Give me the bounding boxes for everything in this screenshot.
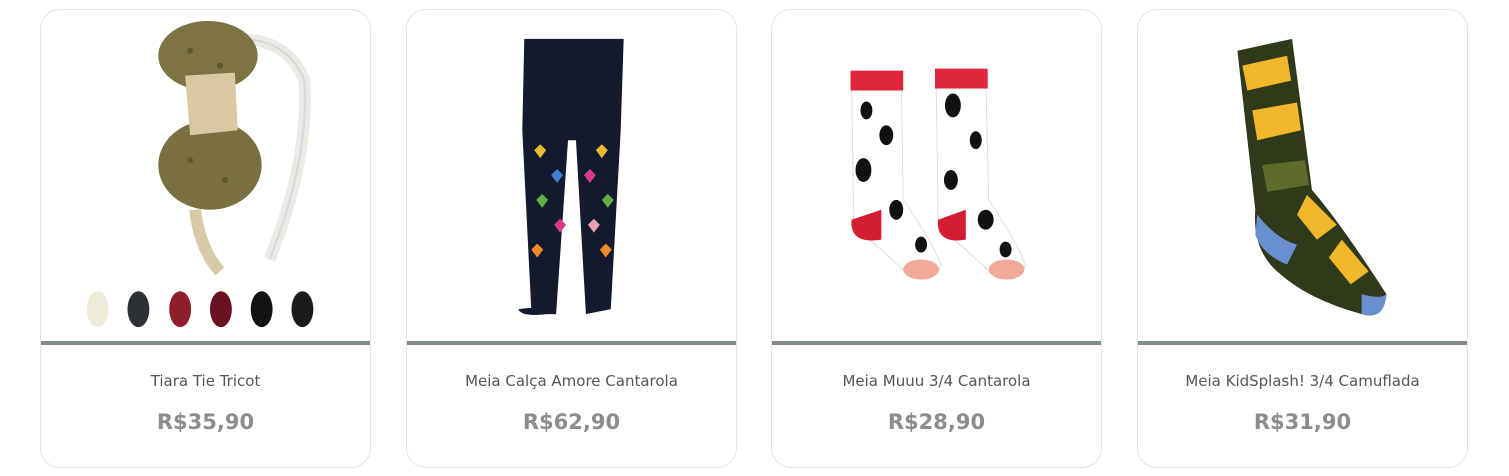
product-card[interactable]: Meia Muuu 3/4 Cantarola R$28,90	[771, 9, 1102, 468]
card-divider	[407, 341, 736, 345]
card-divider	[1138, 341, 1467, 345]
camouflage-sock-image[interactable]	[1138, 10, 1467, 341]
product-price: R$28,90	[887, 410, 986, 434]
card-divider	[772, 341, 1101, 345]
product-price: R$35,90	[156, 410, 255, 434]
product-card[interactable]: Tiara Tie Tricot R$35,90	[40, 9, 371, 468]
product-name[interactable]: Meia Muuu 3/4 Cantarola	[772, 372, 1101, 390]
cow-print-socks-image[interactable]	[772, 10, 1101, 341]
card-divider	[41, 341, 370, 345]
product-name[interactable]: Meia KidSplash! 3/4 Camuflada	[1138, 372, 1467, 390]
product-card[interactable]: Meia KidSplash! 3/4 Camuflada R$31,90	[1137, 9, 1468, 468]
product-name[interactable]: Meia Calça Amore Cantarola	[407, 372, 736, 390]
product-name[interactable]: Tiara Tie Tricot	[41, 372, 370, 390]
product-card[interactable]: Meia Calça Amore Cantarola R$62,90	[406, 9, 737, 468]
knit-bow-headband-image[interactable]	[41, 10, 370, 341]
product-price: R$62,90	[522, 410, 621, 434]
product-price: R$31,90	[1253, 410, 1352, 434]
heart-print-tights-image[interactable]	[407, 10, 736, 341]
